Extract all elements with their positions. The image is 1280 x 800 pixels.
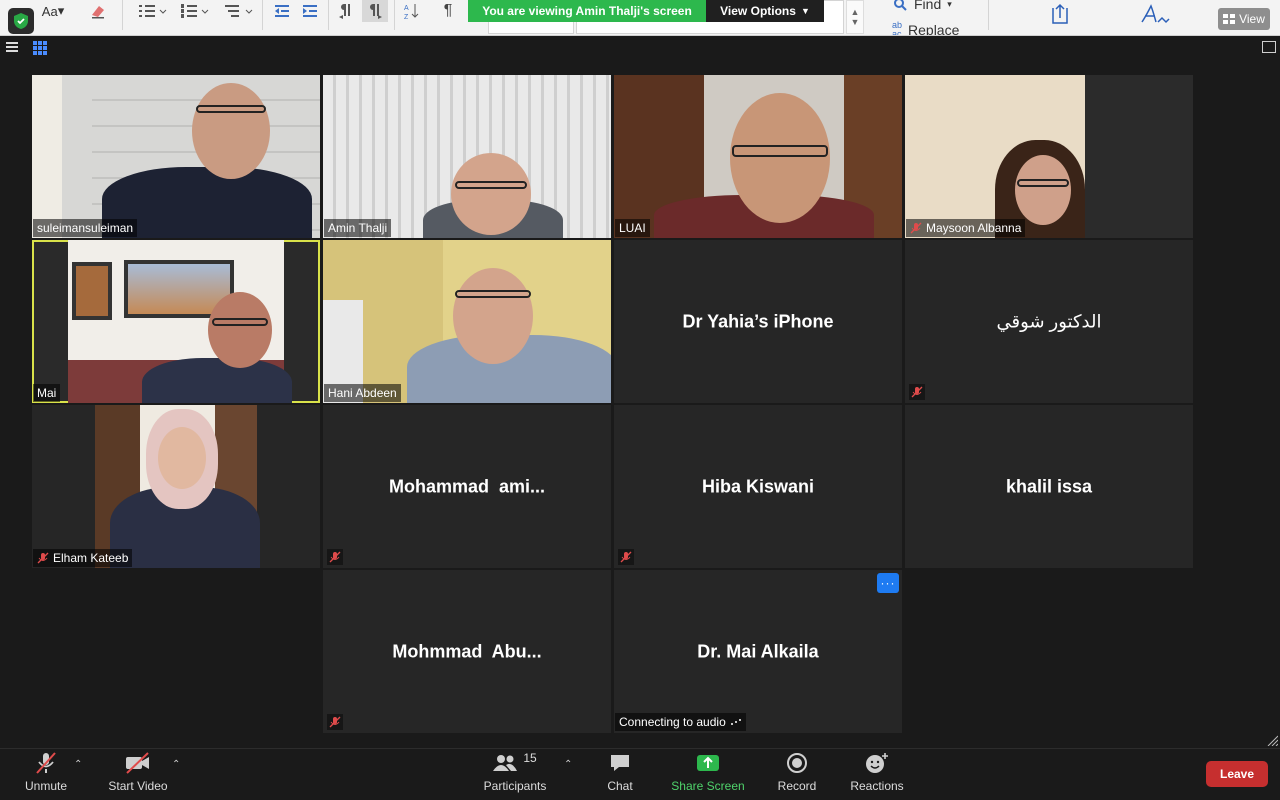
pilcrow-icon: ¶ — [443, 2, 453, 19]
fullscreen-icon[interactable] — [1262, 41, 1276, 53]
participant-name: Mai — [33, 384, 61, 402]
muted-mic-icon — [618, 549, 634, 565]
participants-button[interactable]: 15 Participants — [482, 751, 548, 799]
participant-name: Dr. Mai Alkaila — [697, 641, 819, 661]
loading-dots-icon — [730, 719, 741, 725]
svg-text:A: A — [404, 5, 409, 12]
viewing-screen-banner: You are viewing Amin Thalji's screen — [468, 0, 706, 22]
participant-name: Maysoon Albanna — [906, 219, 1026, 237]
participant-name: Mohammad ami... — [388, 476, 546, 496]
increase-indent-icon — [298, 0, 322, 22]
video-tile-amin-thalji[interactable]: Amin Thalji — [323, 75, 611, 238]
participants-count: 15 — [523, 751, 537, 765]
styles-scroll: ▲ ▼ — [846, 0, 864, 34]
tile-hiba-kiswani[interactable]: Hiba Kiswani — [614, 405, 902, 568]
participant-name: Hiba Kiswani — [701, 476, 815, 496]
decrease-indent-icon — [270, 0, 294, 22]
participant-name: LUAI — [615, 219, 650, 237]
muted-mic-icon — [327, 549, 343, 565]
participant-name: Mohmmad Abu... — [392, 641, 542, 661]
muted-mic-icon — [37, 552, 49, 564]
video-tile-maysoon-albanna[interactable]: Maysoon Albanna — [905, 75, 1193, 238]
tile-dr-yahia-iphone[interactable]: Dr Yahia’s iPhone — [614, 240, 902, 403]
video-tile-hani-abdeen[interactable]: Hani Abdeen — [323, 240, 611, 403]
tile-mohmmad-abu[interactable]: Mohmmad Abu... — [323, 570, 611, 733]
muted-mic-icon — [910, 222, 922, 234]
view-options-button[interactable]: View Options ▼ — [706, 0, 824, 22]
video-tile-elham-kateeb[interactable]: Elham Kateeb — [32, 405, 320, 568]
encryption-shield-icon[interactable] — [8, 8, 34, 34]
participant-name: Elham Kateeb — [33, 549, 133, 567]
chat-icon — [609, 751, 631, 775]
chevron-down-icon: ▼ — [800, 6, 810, 16]
participant-name: Amin Thalji — [324, 219, 392, 237]
participant-name: suleimansuleiman — [33, 219, 138, 237]
muted-mic-icon — [327, 714, 343, 730]
record-icon — [786, 751, 808, 775]
resize-grip-icon[interactable] — [1266, 734, 1278, 746]
ltr-icon — [334, 0, 358, 22]
video-tile-suleimansuleiman[interactable]: suleimansuleiman — [32, 75, 320, 238]
share-doc-icon — [1046, 0, 1074, 28]
menu-icon[interactable] — [6, 42, 18, 53]
video-tile-mai[interactable]: Mai — [32, 240, 320, 403]
video-off-icon — [124, 751, 152, 775]
participants-options-caret[interactable]: ⌃ — [564, 759, 572, 770]
unmute-button[interactable]: Unmute — [16, 751, 76, 799]
participant-name: الدكتور شوقي — [996, 311, 1102, 331]
bullets-icon — [134, 0, 170, 22]
video-tile-luai[interactable]: LUAI — [614, 75, 902, 238]
rtl-icon — [362, 0, 388, 22]
reactions-icon — [865, 751, 889, 775]
svg-text:Z: Z — [404, 14, 409, 20]
start-video-button[interactable]: Start Video — [104, 751, 172, 799]
more-options-button[interactable]: ··· — [877, 573, 899, 593]
participant-name: Dr Yahia’s iPhone — [682, 311, 834, 331]
meeting-toolbar: Unmute ⌃ Start Video ⌃ 15 Participants ⌃… — [0, 748, 1280, 800]
share-screen-icon — [696, 751, 720, 775]
editor-icon — [1138, 0, 1172, 28]
gallery-view-icon[interactable] — [33, 41, 47, 55]
multilevel-list-icon — [220, 0, 256, 22]
tile-khalil-issa[interactable]: khalil issa — [905, 405, 1193, 568]
replace-button: ab ac Replace — [892, 20, 960, 36]
audio-options-caret[interactable]: ⌃ — [74, 759, 82, 770]
participants-icon: 15 — [493, 751, 537, 775]
chat-button[interactable]: Chat — [600, 751, 640, 799]
tile-mohammad-ami[interactable]: Mohammad ami... — [323, 405, 611, 568]
view-button[interactable]: View — [1218, 8, 1270, 30]
muted-mic-icon — [909, 384, 925, 400]
clear-formatting-icon — [86, 0, 110, 22]
tile-dr-mai-alkaila[interactable]: ··· Dr. Mai Alkaila Connecting to audio — [614, 570, 902, 733]
participant-name: Hani Abdeen — [324, 384, 401, 402]
font-case-button: Aa ▾ — [41, 3, 65, 19]
numbering-icon — [176, 0, 212, 22]
tile-dr-shawqi[interactable]: الدكتور شوقي — [905, 240, 1193, 403]
share-screen-button[interactable]: Share Screen — [670, 751, 746, 799]
participant-name: khalil issa — [1005, 476, 1093, 496]
editing-group: Find ▾ ab ac Replace — [892, 0, 992, 36]
zoom-meeting-window: Aa ▾ AZ ¶ ▲ ▼ Find ▾ ab ac Replace View … — [0, 0, 1280, 800]
sort-icon: AZ — [400, 0, 424, 22]
record-button[interactable]: Record — [772, 751, 822, 799]
find-button: Find ▾ — [892, 0, 992, 14]
audio-status: Connecting to audio — [615, 713, 746, 731]
video-options-caret[interactable]: ⌃ — [172, 759, 180, 770]
muted-mic-icon — [34, 751, 58, 775]
reactions-button[interactable]: Reactions — [846, 751, 908, 799]
leave-button[interactable]: Leave — [1206, 761, 1268, 787]
